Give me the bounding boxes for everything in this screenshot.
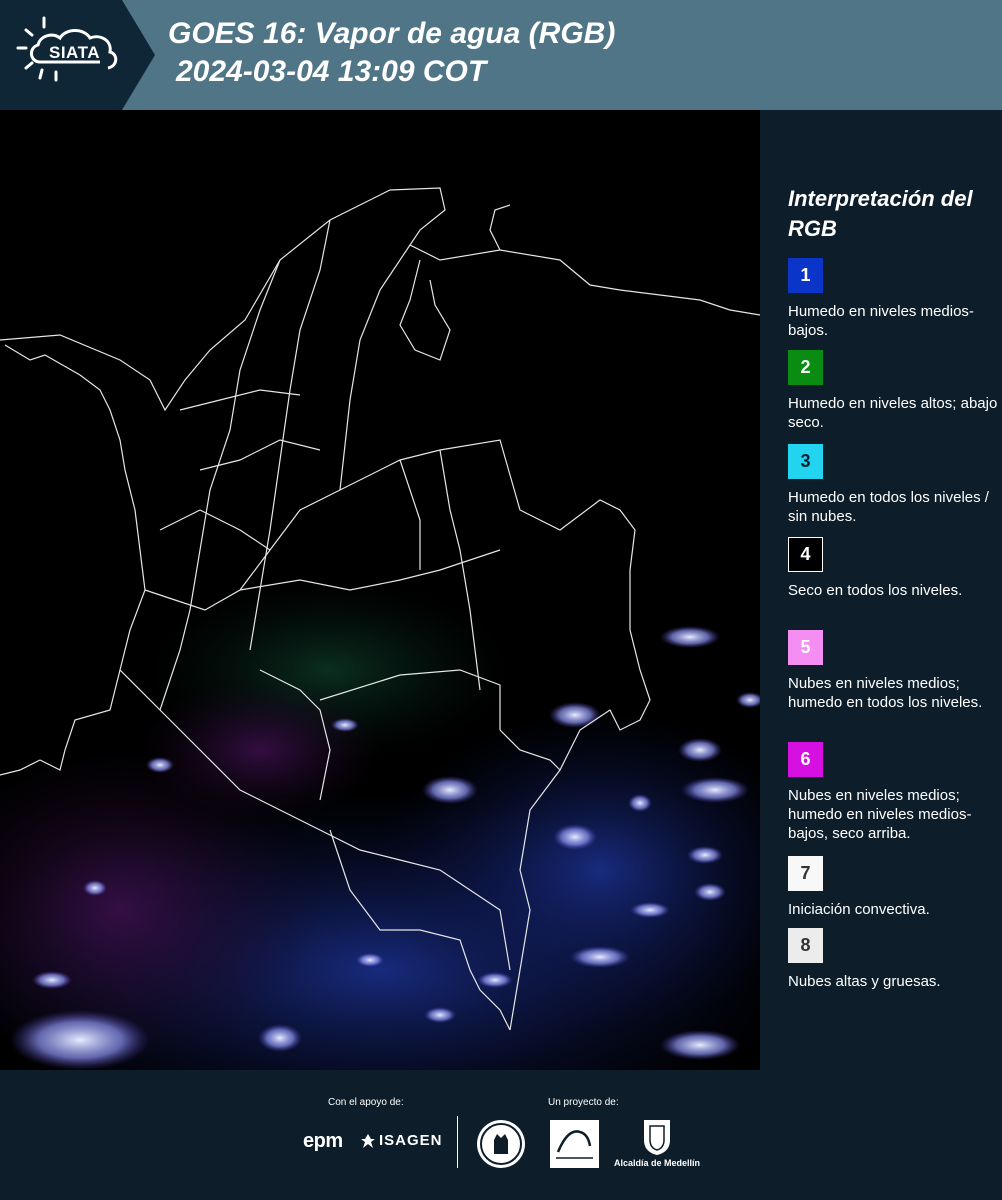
map-image	[0, 187, 760, 1070]
epm-logo: epm	[303, 1130, 343, 1153]
legend-description: Iniciación convectiva.	[788, 901, 930, 918]
legend-swatch: 7	[788, 856, 823, 891]
legend-swatch: 6	[788, 742, 823, 777]
legend-item-7: 7 Iniciación convectiva.	[788, 856, 1000, 919]
satellite-map	[0, 110, 760, 1070]
logo-text: SIATA	[49, 43, 100, 62]
seal-icon	[480, 1123, 522, 1165]
footer-divider	[457, 1116, 458, 1168]
area-metropolitana-icon	[556, 1130, 593, 1159]
legend-description: Nubes altas y gruesas.	[788, 973, 941, 990]
isagen-icon	[361, 1133, 375, 1148]
project-label: Un proyecto de:	[548, 1097, 619, 1108]
siata-logo: SIATA	[0, 0, 155, 110]
area-metropolitana-logo	[550, 1120, 599, 1168]
alcaldia-shield-icon	[644, 1120, 670, 1155]
legend-panel: Interpretación del RGB 1 Humedo en nivele…	[760, 110, 1002, 1070]
legend-description: Humedo en niveles altos; abajo seco.	[788, 395, 998, 431]
page-title: GOES 16: Vapor de agua (RGB)	[168, 17, 616, 50]
support-label: Con el apoyo de:	[328, 1097, 404, 1108]
legend-description: Nubes en niveles medios; humedo en nivel…	[788, 787, 972, 842]
legend-swatch: 4	[788, 537, 823, 572]
legend-swatch: 1	[788, 258, 823, 293]
isagen-logo-text: ISAGEN	[379, 1132, 443, 1149]
legend-swatch: 5	[788, 630, 823, 665]
alcaldia-label: Alcaldía de Medellín	[613, 1158, 701, 1168]
page-subtitle: 2024-03-04 13:09 COT	[176, 55, 487, 88]
header-banner: SIATA GOES 16: Vapor de agua (RGB) 2024-…	[0, 0, 1002, 110]
legend-swatch: 3	[788, 444, 823, 479]
legend-item-6: 6 Nubes en niveles medios; humedo en nive…	[788, 742, 1000, 843]
legend-description: Nubes en niveles medios; humedo en todos…	[788, 675, 983, 711]
legend-swatch: 2	[788, 350, 823, 385]
legend-item-1: 1 Humedo en niveles medios-bajos.	[788, 258, 1000, 340]
legend-description: Seco en todos los niveles.	[788, 582, 963, 599]
legend-swatch: 8	[788, 928, 823, 963]
isagen-logo: ISAGEN	[360, 1132, 443, 1149]
epm-logo-text: epm	[303, 1130, 343, 1152]
alcaldia-logo: Alcaldía de Medellín	[612, 1118, 702, 1170]
legend-item-5: 5 Nubes en niveles medios; humedo en todo…	[788, 630, 1000, 712]
legend-title: Interpretación del RGB	[788, 186, 973, 241]
legend-item-3: 3 Humedo en todos los niveles / sin nubes…	[788, 444, 1000, 526]
legend-item-2: 2 Humedo en niveles altos; abajo seco.	[788, 350, 1000, 432]
footer: Con el apoyo de: Un proyecto de: epm ISA…	[0, 1070, 1002, 1200]
seal-logo	[477, 1120, 525, 1168]
legend-description: Humedo en niveles medios-bajos.	[788, 303, 974, 339]
legend-item-8: 8 Nubes altas y gruesas.	[788, 928, 1000, 991]
legend-description: Humedo en todos los niveles / sin nubes.	[788, 489, 989, 525]
legend-item-4: 4 Seco en todos los niveles.	[788, 537, 1000, 600]
